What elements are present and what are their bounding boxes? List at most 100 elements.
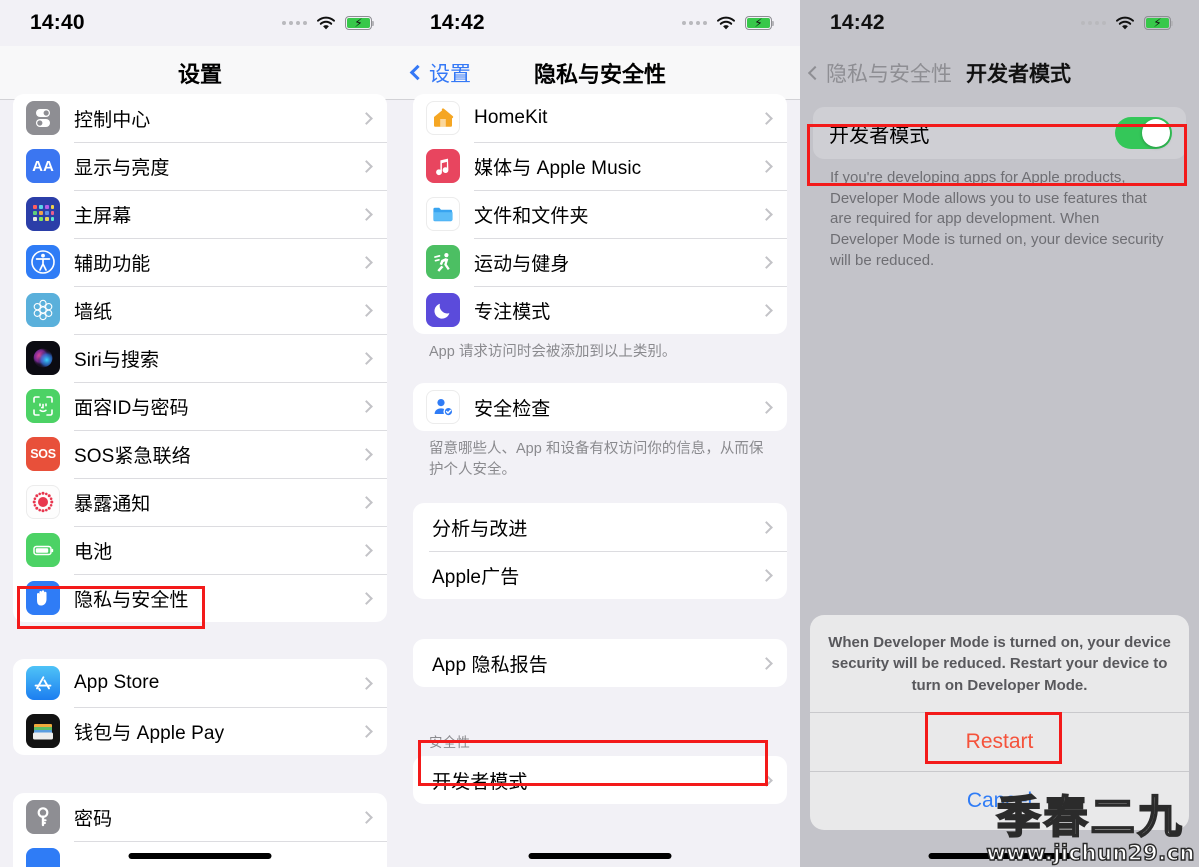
chevron-right-icon [760, 207, 773, 221]
status-bar: 14:40 ⚡ [0, 0, 400, 46]
row-label: 面容ID与密码 [74, 397, 189, 419]
row-label: HomeKit [474, 107, 548, 128]
row-label: 专注模式 [474, 301, 551, 323]
privacy-hand-icon [26, 581, 60, 615]
sidebar-item-exposure-notification[interactable]: 暴露通知 [13, 478, 387, 526]
passwords-key-icon [26, 800, 60, 834]
home-indicator [528, 853, 672, 859]
status-time: 14:42 [430, 11, 485, 34]
page-title: 隐私与安全性 [533, 61, 666, 87]
row-label: Siri与搜索 [74, 349, 160, 371]
battery-charging-icon: ⚡ [745, 16, 775, 30]
sidebar-item-battery[interactable]: 电池 [13, 526, 387, 574]
chevron-right-icon [360, 159, 373, 173]
back-button[interactable]: 设置 [409, 58, 471, 88]
row-label: 密码 [74, 808, 113, 830]
battery-charging-icon: ⚡ [345, 16, 375, 30]
chevron-left-icon [807, 65, 823, 81]
sidebar-item-faceid-passcode[interactable]: 面容ID与密码 [13, 382, 387, 430]
sidebar-item-app-store[interactable]: App Store [13, 659, 387, 707]
settings-group-2: App Store 钱包与 Apple Pay [13, 659, 387, 755]
developer-mode-row[interactable]: 开发者模式 [813, 107, 1186, 159]
chevron-right-icon [760, 656, 773, 670]
battery-charging-icon: ⚡ [1144, 16, 1174, 30]
row-label: 显示与亮度 [74, 157, 170, 179]
sidebar-item-apple-music[interactable]: 媒体与 Apple Music [413, 142, 787, 190]
group-footer-safety-check: 留意哪些人、App 和设备有权访问你的信息，从而保护个人安全。 [429, 441, 764, 479]
developer-mode-toggle[interactable] [1115, 117, 1172, 149]
chevron-right-icon [360, 303, 373, 317]
row-label: 主屏幕 [74, 205, 132, 227]
chevron-right-icon [360, 810, 373, 824]
privacy-group-categories: HomeKit 媒体与 Apple Music 文件和文件夹 运动与健身 专注模… [413, 94, 787, 334]
nav-bar: 设置 [0, 46, 400, 100]
back-label: 设置 [429, 62, 471, 86]
chevron-right-icon [760, 520, 773, 534]
back-label: 隐私与安全性 [826, 63, 952, 86]
sidebar-item-analytics[interactable]: 分析与改进 [413, 503, 787, 551]
nav-bar: 设置 隐私与安全性 [400, 46, 800, 100]
sidebar-item-accessibility[interactable]: 辅助功能 [13, 238, 387, 286]
developer-mode-description: If you're developing apps for Apple prod… [830, 169, 1164, 269]
three-phone-screenshots: 14:40 ⚡ 设置 控制中心 AA 显示与亮度 主屏幕 辅助功能 墙纸 Sir… [0, 0, 1199, 867]
sidebar-item-privacy-security[interactable]: 隐私与安全性 [13, 574, 387, 622]
sidebar-item-home-screen[interactable]: 主屏幕 [13, 190, 387, 238]
sidebar-item-files-folders[interactable]: 文件和文件夹 [413, 190, 787, 238]
chevron-right-icon [360, 207, 373, 221]
row-label: 辅助功能 [74, 253, 151, 275]
row-label: 运动与健身 [474, 253, 570, 275]
sidebar-item-wallpaper[interactable]: 墙纸 [13, 286, 387, 334]
status-bar: 14:42 ⚡ [800, 0, 1199, 46]
chevron-left-icon [409, 64, 426, 81]
sidebar-item-siri-search[interactable]: Siri与搜索 [13, 334, 387, 382]
apple-music-icon [426, 149, 460, 183]
row-label: 墙纸 [74, 301, 113, 323]
privacy-list[interactable]: HomeKit 媒体与 Apple Music 文件和文件夹 运动与健身 专注模… [400, 94, 800, 805]
chevron-right-icon [360, 543, 373, 557]
restart-button[interactable]: Restart [810, 712, 1189, 771]
row-label: 开发者模式 [432, 771, 528, 793]
home-indicator [928, 853, 1071, 859]
row-label: App Store [74, 672, 160, 693]
settings-list[interactable]: 控制中心 AA 显示与亮度 主屏幕 辅助功能 墙纸 Siri与搜索 面容ID与密… [0, 94, 400, 867]
sidebar-item-sos[interactable]: SOS SOS紧急联络 [13, 430, 387, 478]
back-button[interactable]: 隐私与安全性 [807, 58, 952, 88]
chevron-right-icon [760, 773, 773, 787]
sidebar-item-wallet[interactable]: 钱包与 Apple Pay [13, 707, 387, 755]
sidebar-item-homekit[interactable]: HomeKit [413, 94, 787, 142]
sidebar-item-focus[interactable]: 专注模式 [413, 286, 787, 334]
cancel-button[interactable]: Cancel [810, 771, 1189, 830]
row-label: 分析与改进 [432, 518, 528, 540]
display-brightness-icon: AA [26, 149, 60, 183]
wifi-icon [716, 16, 736, 31]
faceid-icon [26, 389, 60, 423]
chevron-right-icon [760, 159, 773, 173]
phone-screen-privacy-security: 14:42 ⚡ 设置 隐私与安全性 HomeKit 媒体与 Apple Musi… [400, 0, 800, 867]
chevron-right-icon [360, 676, 373, 690]
sidebar-item-control-center[interactable]: 控制中心 [13, 94, 387, 142]
row-label: 控制中心 [74, 109, 151, 131]
sidebar-item-display-brightness[interactable]: AA 显示与亮度 [13, 142, 387, 190]
chevron-right-icon [760, 303, 773, 317]
toggle-knob [1142, 119, 1170, 147]
sidebar-item-fitness[interactable]: 运动与健身 [413, 238, 787, 286]
privacy-group-security: 安全性 开发者模式 [400, 731, 800, 805]
row-label: 隐私与安全性 [74, 589, 189, 611]
group-footer-categories: App 请求访问时会被添加到以上类别。 [429, 344, 677, 360]
sidebar-item-app-privacy-report[interactable]: App 隐私报告 [413, 639, 787, 687]
status-bar: 14:42 ⚡ [400, 0, 800, 46]
chevron-right-icon [360, 351, 373, 365]
group-header-security: 安全性 [429, 735, 471, 751]
chevron-right-icon [360, 399, 373, 413]
sidebar-item-safety-check[interactable]: 安全检查 [413, 383, 787, 431]
sidebar-item-apple-advertising[interactable]: Apple广告 [413, 551, 787, 599]
files-folder-icon [426, 197, 460, 231]
signal-dots-icon [1081, 21, 1106, 25]
app-store-icon [26, 666, 60, 700]
focus-moon-icon [426, 293, 460, 327]
chevron-right-icon [360, 591, 373, 605]
page-title: 设置 [177, 61, 222, 87]
homekit-icon [426, 101, 460, 135]
sidebar-item-developer-mode[interactable]: 开发者模式 [413, 756, 787, 804]
sidebar-item-passwords[interactable]: 密码 [13, 793, 387, 841]
